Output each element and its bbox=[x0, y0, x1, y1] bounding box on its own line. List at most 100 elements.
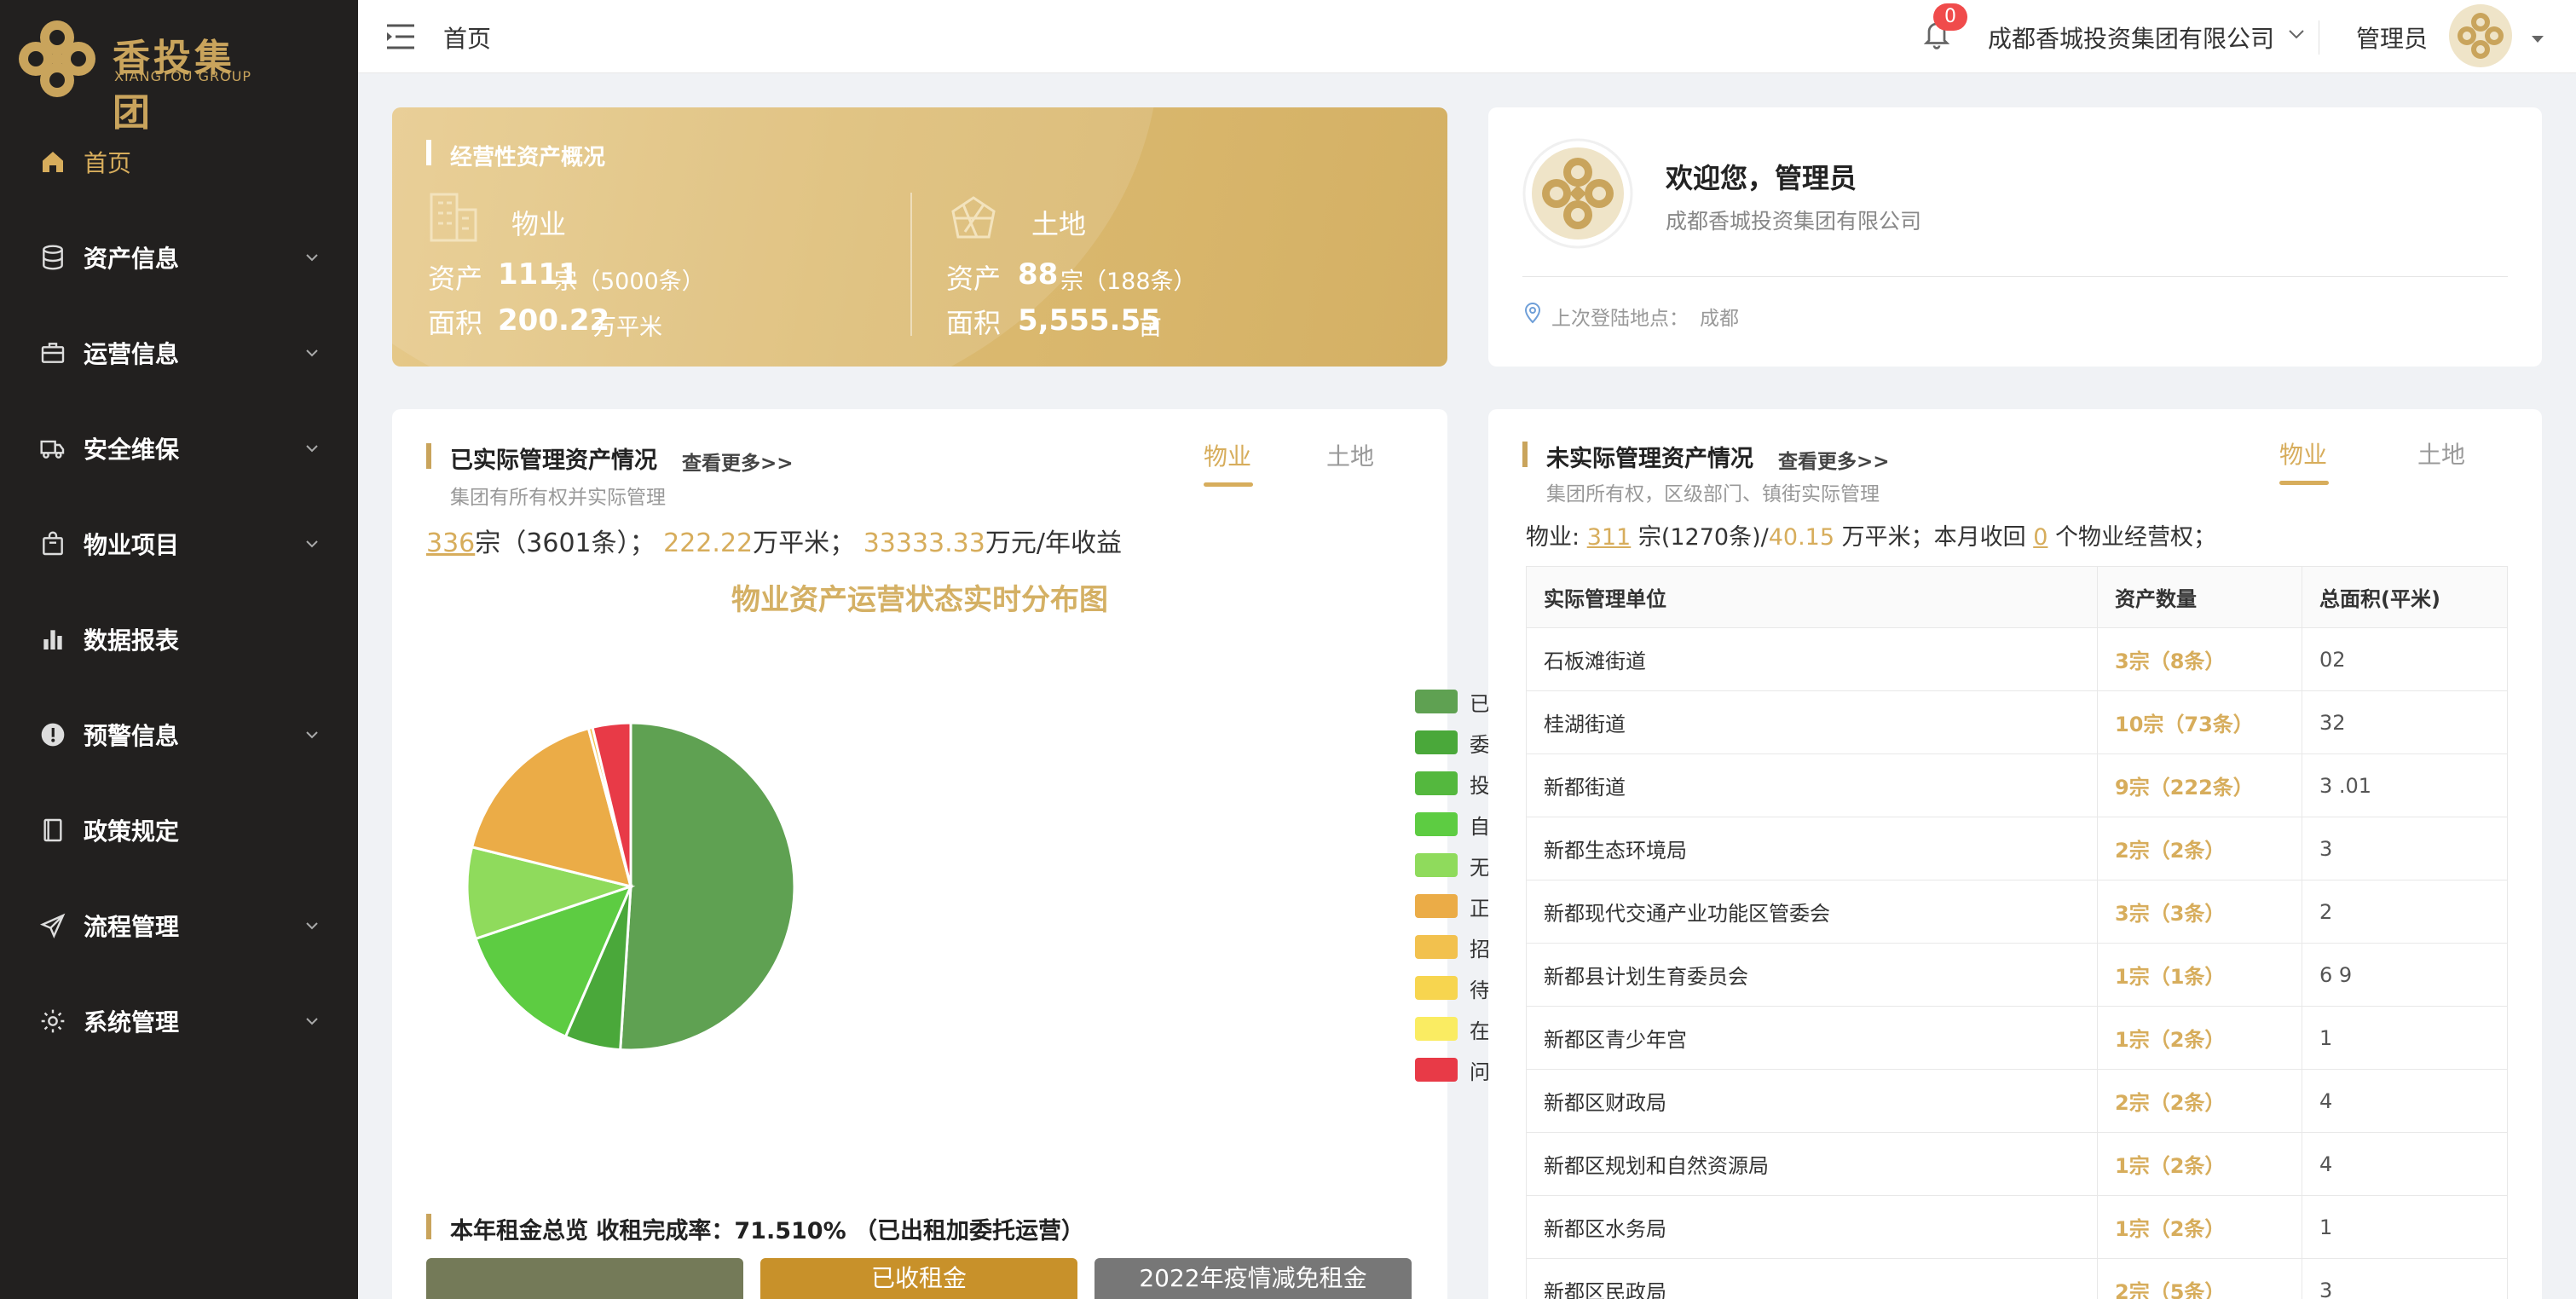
sidebar-item-label: 流程管理 bbox=[84, 913, 180, 941]
area-cell: 6 9 bbox=[2302, 943, 2508, 1007]
land-asset-unit: 宗（188条） bbox=[1060, 268, 1197, 295]
area-cell: 3 .01 bbox=[2302, 753, 2508, 817]
managed-income-suffix: 万元/年收益 bbox=[985, 528, 1122, 558]
sidebar-item-label: 数据报表 bbox=[84, 626, 180, 655]
area-cell: 4 bbox=[2302, 1132, 2508, 1196]
legend-swatch bbox=[1415, 690, 1458, 713]
legend-swatch bbox=[1415, 976, 1458, 1000]
send-icon bbox=[38, 910, 68, 941]
land-asset-value: 88 bbox=[1018, 257, 1059, 292]
tab-property[interactable]: 物业 bbox=[1204, 438, 1251, 472]
table-row[interactable]: 新都区青少年宫 1宗（2条） 1 bbox=[1526, 1006, 2508, 1070]
managed-count-link[interactable]: 336 bbox=[426, 528, 475, 558]
brand-logo[interactable]: 香投集团 XIANGTOU GROUP bbox=[10, 12, 266, 135]
avatar bbox=[1522, 138, 1633, 249]
chevron-down-icon bbox=[306, 540, 318, 548]
legend-swatch bbox=[1415, 894, 1458, 918]
rent-due-button[interactable] bbox=[426, 1258, 743, 1299]
land-area-unit: 亩 bbox=[1139, 315, 1162, 341]
chevron-down-icon[interactable] bbox=[2286, 26, 2307, 43]
pie-slice[interactable] bbox=[619, 721, 796, 1052]
company-selector[interactable]: 成都香城投资集团有限公司 bbox=[1988, 20, 2274, 55]
menu-toggle-icon[interactable] bbox=[385, 22, 416, 51]
table-row[interactable]: 新都生态环境局 2宗（2条） 3 bbox=[1526, 817, 2508, 880]
table-row[interactable]: 新都区民政局 2宗（5条） 3 bbox=[1526, 1258, 2508, 1299]
truck-icon bbox=[38, 433, 68, 464]
count-cell[interactable]: 3宗（8条） bbox=[2097, 627, 2302, 691]
count-cell[interactable]: 2宗（2条） bbox=[2097, 817, 2302, 880]
table-row[interactable]: 新都区规划和自然资源局 1宗（2条） 4 bbox=[1526, 1132, 2508, 1196]
caret-down-icon[interactable] bbox=[2530, 34, 2545, 44]
briefcase-icon bbox=[38, 338, 68, 368]
user-name[interactable]: 管理员 bbox=[2356, 20, 2428, 55]
unit-cell: 桂湖街道 bbox=[1526, 690, 2098, 754]
tab-land[interactable]: 土地 bbox=[2417, 436, 2465, 471]
legend-swatch bbox=[1415, 812, 1458, 836]
unmanaged-count-link[interactable]: 311 bbox=[1587, 524, 1632, 551]
managed-title: 已实际管理资产情况 bbox=[450, 447, 657, 474]
table-row[interactable]: 新都县计划生育委员会 1宗（1条） 6 9 bbox=[1526, 943, 2508, 1007]
unit-cell: 新都区财政局 bbox=[1526, 1069, 2098, 1133]
sidebar-item-label: 物业项目 bbox=[84, 531, 180, 559]
recovered-link[interactable]: 0 bbox=[2033, 524, 2048, 551]
sidebar-item-asset-info[interactable]: 资产信息 bbox=[0, 223, 358, 292]
land-area-label: 面积 bbox=[946, 307, 1002, 339]
legend-swatch bbox=[1415, 771, 1458, 795]
sidebar-item-operation-info[interactable]: 运营信息 bbox=[0, 319, 358, 387]
rent-relief-button[interactable]: 2022年疫情减免租金 bbox=[1095, 1258, 1412, 1299]
sidebar-item-property-project[interactable]: 物业项目 bbox=[0, 510, 358, 578]
unmanaged-stat-prefix: 物业: bbox=[1526, 524, 1580, 551]
sidebar-item-data-report[interactable]: 数据报表 bbox=[0, 605, 358, 673]
unit-cell: 新都区水务局 bbox=[1526, 1195, 2098, 1259]
location-pin-icon bbox=[1524, 303, 1541, 324]
area-cell: 3 bbox=[2302, 1258, 2508, 1299]
count-cell[interactable]: 2宗（5条） bbox=[2097, 1258, 2302, 1299]
sidebar-item-policy[interactable]: 政策规定 bbox=[0, 796, 358, 864]
count-cell[interactable]: 2宗（2条） bbox=[2097, 1069, 2302, 1133]
bar-chart-icon bbox=[38, 624, 68, 655]
divider bbox=[910, 193, 912, 336]
tab-land[interactable]: 土地 bbox=[1326, 438, 1374, 472]
sidebar-item-system-management[interactable]: 系统管理 bbox=[0, 987, 358, 1055]
land-label: 土地 bbox=[1031, 208, 1087, 240]
count-cell[interactable]: 1宗（2条） bbox=[2097, 1195, 2302, 1259]
xiangtou-logo-icon bbox=[19, 20, 95, 97]
sidebar-item-label: 运营信息 bbox=[84, 340, 180, 368]
unmanaged-area-suffix: 万平米；本月收回 bbox=[1841, 524, 2026, 551]
table-row[interactable]: 新都区水务局 1宗（2条） 1 bbox=[1526, 1195, 2508, 1259]
rent-collected-button[interactable]: 已收租金 bbox=[760, 1258, 1077, 1299]
sidebar-item-process-management[interactable]: 流程管理 bbox=[0, 892, 358, 960]
unit-cell: 新都县计划生育委员会 bbox=[1526, 943, 2098, 1007]
table-row[interactable]: 新都区财政局 2宗（2条） 4 bbox=[1526, 1069, 2508, 1133]
sidebar-item-warning-info[interactable]: 预警信息 bbox=[0, 701, 358, 769]
tab-property[interactable]: 物业 bbox=[2279, 436, 2327, 471]
legend-swatch bbox=[1415, 853, 1458, 877]
sidebar-item-safety-maintenance[interactable]: 安全维保 bbox=[0, 414, 358, 482]
managed-more-link[interactable]: 查看更多>> bbox=[682, 447, 794, 476]
welcome-card: 欢迎您，管理员 成都香城投资集团有限公司 上次登陆地点： 成都 bbox=[1488, 107, 2542, 367]
count-cell[interactable]: 1宗（1条） bbox=[2097, 943, 2302, 1007]
count-cell[interactable]: 1宗（2条） bbox=[2097, 1132, 2302, 1196]
table-row[interactable]: 桂湖街道 10宗（73条） 32 bbox=[1526, 690, 2508, 754]
unit-cell: 新都街道 bbox=[1526, 753, 2098, 817]
area-cell: 4 bbox=[2302, 1069, 2508, 1133]
legend-swatch bbox=[1415, 935, 1458, 959]
count-cell[interactable]: 1宗（2条） bbox=[2097, 1006, 2302, 1070]
count-cell[interactable]: 10宗（73条） bbox=[2097, 690, 2302, 754]
table-row[interactable]: 石板滩街道 3宗（8条） 02 bbox=[1526, 627, 2508, 691]
breadcrumb[interactable]: 首页 bbox=[443, 20, 491, 55]
count-cell[interactable]: 3宗（3条） bbox=[2097, 880, 2302, 944]
avatar[interactable] bbox=[2448, 3, 2513, 68]
pie-chart[interactable] bbox=[460, 716, 801, 1057]
welcome-greeting: 欢迎您，管理员 bbox=[1666, 162, 1857, 194]
table-row[interactable]: 新都街道 9宗（222条） 3 .01 bbox=[1526, 753, 2508, 817]
count-cell[interactable]: 9宗（222条） bbox=[2097, 753, 2302, 817]
brand-subtitle: XIANGTOU GROUP bbox=[114, 68, 252, 84]
unit-cell: 新都区青少年宫 bbox=[1526, 1006, 2098, 1070]
bag-icon bbox=[38, 528, 68, 559]
table-row[interactable]: 新都现代交通产业功能区管委会 3宗（3条） 2 bbox=[1526, 880, 2508, 944]
property-asset-unit: 宗（5000条） bbox=[554, 268, 705, 295]
sidebar-item-home[interactable]: 首页 bbox=[0, 128, 358, 196]
unmanaged-more-link[interactable]: 查看更多>> bbox=[1778, 445, 1890, 474]
sidebar-item-label: 政策规定 bbox=[84, 817, 180, 846]
